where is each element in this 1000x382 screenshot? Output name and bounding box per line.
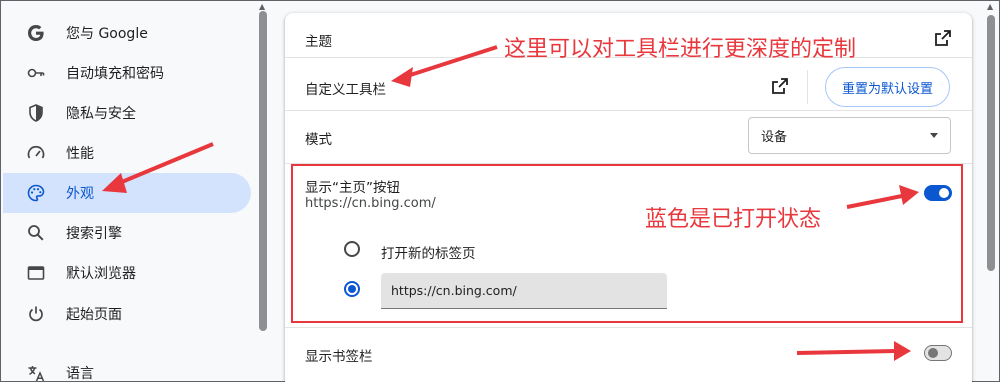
radio-custom-url[interactable] [344,281,360,297]
power-icon [25,303,47,325]
google-g-icon [25,22,47,44]
show-home-button-toggle[interactable] [924,185,952,201]
sidebar-item-label: 外观 [66,186,94,202]
mode-select[interactable]: 设备 [748,117,951,154]
sidebar-item-search-engine[interactable]: 搜索引擎 [3,213,251,253]
appearance-settings-card: 主题 自定义工具栏 重置为默认设置 模式 设备 显示“主页”按钮 https:/… [285,13,972,382]
sidebar-item-label: 隐私与安全 [66,106,136,122]
sidebar-item-you-and-google[interactable]: 您与 Google [3,13,251,53]
search-icon [25,222,47,244]
annotation-toolbar-note: 这里可以对工具栏进行更深度的定制 [504,37,857,62]
sidebar-item-autofill-passwords[interactable]: 自动填充和密码 [3,53,251,93]
sidebar-item-performance[interactable]: 性能 [3,133,251,173]
divider [285,163,972,164]
theme-label: 主题 [305,34,332,50]
sidebar-item-appearance[interactable]: 外观 [3,173,251,213]
customize-toolbar-label: 自定义工具栏 [305,82,386,98]
key-icon [25,62,47,84]
sidebar-scroll-up-arrow[interactable]: ▲ [259,2,265,11]
home-url-input[interactable]: https://cn.bing.com/ [381,273,667,309]
show-bookmarks-bar-toggle[interactable] [924,345,952,361]
home-url-input-value: https://cn.bing.com/ [391,283,517,298]
sidebar-item-label: 性能 [66,146,94,162]
sidebar-item-label: 语言 [66,366,94,382]
sidebar-item-label: 起始页面 [66,307,122,323]
vertical-divider [807,70,808,104]
toggle-knob [928,348,938,358]
chevron-down-icon [930,133,938,138]
toggle-knob [939,188,949,198]
sidebar-scrollbar-thumb[interactable] [259,11,267,331]
sidebar-item-label: 搜索引擎 [66,226,122,242]
browser-window-icon [25,262,47,284]
divider [285,327,972,328]
mode-select-value: 设备 [761,130,788,145]
radio-new-tab[interactable] [344,241,360,257]
sidebar-item-label: 默认浏览器 [66,266,136,282]
mode-label: 模式 [305,132,332,148]
show-bookmarks-bar-label: 显示书签栏 [305,349,373,365]
sidebar-item-label: 您与 Google [66,26,148,42]
shield-icon [25,102,47,124]
divider [285,110,972,111]
home-url-subtext: https://cn.bing.com/ [305,196,436,211]
reset-to-default-button[interactable]: 重置为默认设置 [825,67,950,107]
sidebar-item-languages[interactable]: 语言 [3,353,251,382]
sidebar-item-startup-page[interactable]: 起始页面 [3,294,251,334]
palette-icon [25,182,47,204]
sidebar-item-label: 自动填充和密码 [66,66,164,82]
settings-sidebar: 您与 Google 自动填充和密码 隐私与安全 性能 外观 搜索引擎 默认浏览器… [1,1,257,382]
translate-icon [25,362,47,382]
annotation-toggle-note: 蓝色是已打开状态 [645,207,822,232]
open-external-icon[interactable] [771,77,789,95]
main-scrollbar-thumb[interactable] [987,15,995,271]
main-scroll-up-arrow[interactable]: ▲ [987,2,993,11]
radio-new-tab-label: 打开新的标签页 [381,246,476,262]
show-home-button-label: 显示“主页”按钮 [305,180,400,196]
open-external-icon[interactable] [934,29,952,47]
sidebar-item-privacy-security[interactable]: 隐私与安全 [3,93,251,133]
speedometer-icon [25,142,47,164]
sidebar-item-default-browser[interactable]: 默认浏览器 [3,253,251,293]
